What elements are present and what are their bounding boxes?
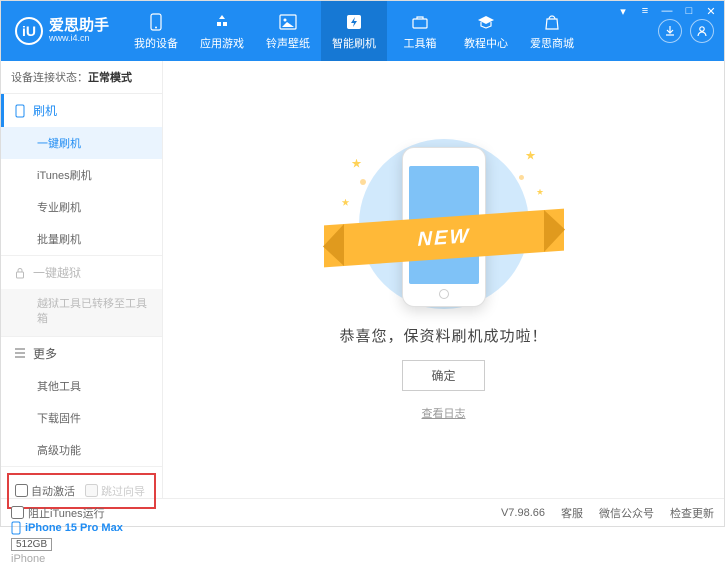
sidebar: 设备连接状态：正常模式 刷机 一键刷机 iTunes刷机 专业刷机 批量刷机 一… — [1, 61, 163, 498]
nav-flash[interactable]: 智能刷机 — [321, 1, 387, 61]
storage-badge: 512GB — [11, 538, 52, 551]
nav-store[interactable]: 爱思商城 — [519, 1, 585, 61]
sidebar-item-pro-flash[interactable]: 专业刷机 — [1, 191, 162, 223]
footer-link-support[interactable]: 客服 — [561, 505, 583, 521]
nav-label: 铃声壁纸 — [266, 35, 310, 51]
nav-tutorials[interactable]: 教程中心 — [453, 1, 519, 61]
skip-guide-checkbox[interactable]: 跳过向导 — [85, 483, 145, 499]
device-info: iPhone 15 Pro Max 512GB iPhone — [1, 515, 162, 571]
auto-activate-checkbox[interactable]: 自动激活 — [15, 483, 75, 499]
footer-link-update[interactable]: 检查更新 — [670, 505, 714, 521]
main-content: NEW 恭喜您，保资料刷机成功啦！ 确定 查看日志 — [163, 61, 724, 498]
ok-button[interactable]: 确定 — [402, 360, 484, 391]
nav-my-device[interactable]: 我的设备 — [123, 1, 189, 61]
device-type: iPhone — [11, 553, 152, 565]
logo-icon: iU — [15, 17, 43, 45]
sidebar-item-advanced[interactable]: 高级功能 — [1, 434, 162, 466]
maximize-icon[interactable]: □ — [681, 4, 697, 18]
sidebar-item-download-firmware[interactable]: 下载固件 — [1, 402, 162, 434]
nav-ringtones[interactable]: 铃声壁纸 — [255, 1, 321, 61]
flash-icon — [344, 12, 364, 32]
sidebar-header-more[interactable]: 更多 — [1, 337, 162, 370]
nav-apps[interactable]: 应用游戏 — [189, 1, 255, 61]
apps-icon — [212, 12, 232, 32]
sidebar-item-oneclick-flash[interactable]: 一键刷机 — [1, 127, 162, 159]
version-label: V7.98.66 — [501, 507, 545, 519]
tools-icon[interactable]: ≡ — [637, 4, 653, 18]
toolbox-icon — [410, 12, 430, 32]
sidebar-item-batch-flash[interactable]: 批量刷机 — [1, 223, 162, 255]
nav-label: 我的设备 — [134, 35, 178, 51]
app-title: 爱思助手 — [49, 18, 109, 35]
options-highlight-box: 自动激活 跳过向导 — [7, 473, 156, 509]
image-icon — [278, 12, 298, 32]
minimize-icon[interactable]: — — [659, 4, 675, 18]
nav: 我的设备 应用游戏 铃声壁纸 智能刷机 工具箱 教程中心 爱思商城 — [123, 1, 648, 61]
nav-toolbox[interactable]: 工具箱 — [387, 1, 453, 61]
block-itunes-checkbox[interactable]: 阻止iTunes运行 — [11, 505, 105, 521]
menu-icon[interactable]: ▾ — [615, 4, 631, 18]
connection-status: 设备连接状态：正常模式 — [1, 61, 162, 94]
user-icon[interactable] — [690, 19, 714, 43]
sidebar-item-jailbreak-note: 越狱工具已转移至工具箱 — [1, 289, 162, 336]
app-url: www.i4.cn — [49, 34, 109, 44]
success-message: 恭喜您，保资料刷机成功啦！ — [339, 325, 547, 346]
footer-link-wechat[interactable]: 微信公众号 — [599, 505, 654, 521]
phone-icon — [146, 12, 166, 32]
lock-icon — [13, 266, 27, 280]
view-log-link[interactable]: 查看日志 — [422, 405, 466, 421]
sidebar-item-other-tools[interactable]: 其他工具 — [1, 370, 162, 402]
close-icon[interactable]: ✕ — [703, 4, 719, 18]
nav-label: 应用游戏 — [200, 35, 244, 51]
sidebar-item-itunes-flash[interactable]: iTunes刷机 — [1, 159, 162, 191]
sidebar-header-jailbreak: 一键越狱 — [1, 256, 162, 289]
phone-icon — [11, 521, 21, 535]
phone-icon — [13, 104, 27, 118]
nav-label: 智能刷机 — [332, 35, 376, 51]
sidebar-header-flash[interactable]: 刷机 — [1, 94, 162, 127]
bag-icon — [542, 12, 562, 32]
graduation-icon — [476, 12, 496, 32]
device-name[interactable]: iPhone 15 Pro Max — [11, 521, 152, 535]
success-illustration: NEW — [314, 129, 574, 309]
nav-label: 爱思商城 — [530, 35, 574, 51]
logo: iU 爱思助手 www.i4.cn — [1, 1, 123, 61]
list-icon — [13, 346, 27, 360]
nav-label: 教程中心 — [464, 35, 508, 51]
nav-label: 工具箱 — [404, 35, 437, 51]
download-icon[interactable] — [658, 19, 682, 43]
